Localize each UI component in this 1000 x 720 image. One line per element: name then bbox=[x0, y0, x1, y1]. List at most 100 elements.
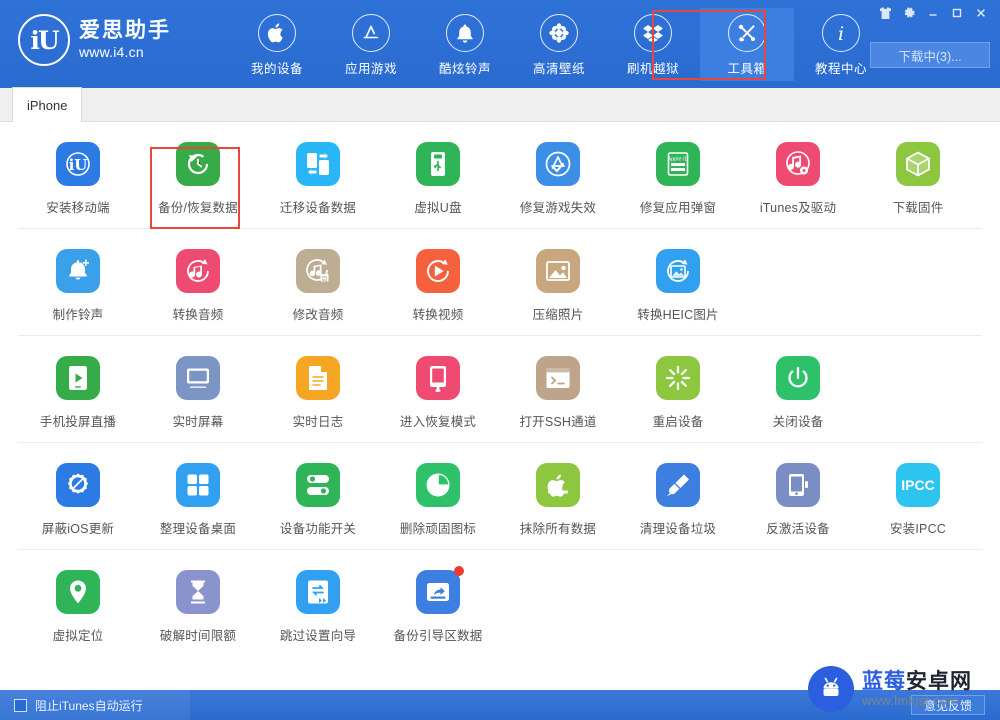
nav-item-wallpapers[interactable]: 高清壁纸 bbox=[512, 8, 606, 81]
feedback-button[interactable]: 意见反馈 bbox=[911, 695, 985, 715]
nav-item-my-device[interactable]: 我的设备 bbox=[230, 8, 324, 81]
tool-convert-heic[interactable]: 转换HEIC图片 bbox=[618, 243, 738, 325]
clean-junk-icon bbox=[656, 463, 700, 507]
skin-icon[interactable] bbox=[874, 4, 896, 22]
tool-row: 制作铃声 转换音频 自 修改音频 转换视频 压缩照片 转换HEIC图片 bbox=[18, 229, 982, 336]
tool-label: 实时日志 bbox=[292, 415, 344, 429]
svg-text:IPCC: IPCC bbox=[901, 477, 934, 493]
usb-drive-icon bbox=[416, 142, 460, 186]
tool-label: 迁移设备数据 bbox=[279, 201, 357, 215]
tool-crack-screen-time[interactable]: 破解时间限额 bbox=[138, 564, 258, 646]
tool-label: 关闭设备 bbox=[772, 415, 824, 429]
maximize-icon[interactable] bbox=[946, 4, 968, 22]
tool-label: iTunes及驱动 bbox=[759, 201, 837, 215]
tool-backup-restore-data[interactable]: 备份/恢复数据 bbox=[138, 136, 258, 218]
app-window: iU 爱思助手 www.i4.cn 我的设备 应用游戏 酷炫铃声 高清壁纸 刷机… bbox=[0, 0, 1000, 720]
migrate-device-icon bbox=[296, 142, 340, 186]
tool-edit-audio[interactable]: 自 修改音频 bbox=[258, 243, 378, 325]
brand-name: 爱思助手 bbox=[79, 19, 171, 42]
tool-convert-video[interactable]: 转换视频 bbox=[378, 243, 498, 325]
tool-compress-photo[interactable]: 压缩照片 bbox=[498, 243, 618, 325]
tool-realtime-log[interactable]: 实时日志 bbox=[258, 350, 378, 432]
tool-label: 实时屏幕 bbox=[172, 415, 224, 429]
tool-device-feature-switch[interactable]: 设备功能开关 bbox=[258, 457, 378, 539]
nav-label: 酷炫铃声 bbox=[438, 62, 491, 76]
tool-block-ios-update[interactable]: 屏蔽iOS更新 bbox=[18, 457, 138, 539]
tab-iphone[interactable]: iPhone bbox=[12, 87, 83, 122]
delete-stubborn-icon-icon bbox=[416, 463, 460, 507]
tool-deactivate-device[interactable]: 反激活设备 bbox=[738, 457, 858, 539]
block-itunes-row[interactable]: 阻止iTunes自动运行 bbox=[0, 690, 190, 720]
tool-make-ringtone[interactable]: 制作铃声 bbox=[18, 243, 138, 325]
tool-itunes-driver[interactable]: iTunes及驱动 bbox=[738, 136, 858, 218]
tool-label: 进入恢复模式 bbox=[399, 415, 477, 429]
tool-label: 反激活设备 bbox=[766, 522, 830, 536]
tool-virtual-usb-drive[interactable]: 虚拟U盘 bbox=[378, 136, 498, 218]
tool-screen-cast-live[interactable]: 手机投屏直播 bbox=[18, 350, 138, 432]
skip-setup-wizard-icon bbox=[296, 570, 340, 614]
tool-delete-stubborn-icons[interactable]: 删除顽固图标 bbox=[378, 457, 498, 539]
tool-label: 下载固件 bbox=[892, 201, 944, 215]
tool-clean-device-junk[interactable]: 清理设备垃圾 bbox=[618, 457, 738, 539]
tool-backup-boot-data[interactable]: 备份引导区数据 bbox=[378, 564, 498, 646]
main-nav: 我的设备 应用游戏 酷炫铃声 高清壁纸 刷机越狱 工具箱 i 教程中心 bbox=[230, 8, 888, 81]
tool-row: 屏蔽iOS更新 整理设备桌面 设备功能开关 删除顽固图标 抹除所有数据 清理设备… bbox=[18, 443, 982, 550]
tool-label: 抹除所有数据 bbox=[519, 522, 597, 536]
svg-text:Apple ID: Apple ID bbox=[667, 157, 688, 163]
tool-fix-game-failure[interactable]: 修复游戏失效 bbox=[498, 136, 618, 218]
convert-video-icon bbox=[416, 249, 460, 293]
tool-virtual-location[interactable]: 虚拟定位 bbox=[18, 564, 138, 646]
fix-game-icon bbox=[536, 142, 580, 186]
block-itunes-label: 阻止iTunes自动运行 bbox=[35, 698, 143, 713]
tool-migrate-device-data[interactable]: 迁移设备数据 bbox=[258, 136, 378, 218]
block-ios-update-icon bbox=[56, 463, 100, 507]
tool-label: 制作铃声 bbox=[52, 308, 104, 322]
tool-label: 转换音频 bbox=[172, 308, 224, 322]
crack-screen-time-icon bbox=[176, 570, 220, 614]
tool-power-off-device[interactable]: 关闭设备 bbox=[738, 350, 858, 432]
tool-row: iU 安装移动端 备份/恢复数据 迁移设备数据 虚拟U盘 修复游戏失效 Appl… bbox=[18, 122, 982, 229]
nav-item-flash-jailbreak[interactable]: 刷机越狱 bbox=[606, 8, 700, 81]
tool-label: 重启设备 bbox=[652, 415, 704, 429]
tool-convert-audio[interactable]: 转换音频 bbox=[138, 243, 258, 325]
tool-enter-recovery-mode[interactable]: 进入恢复模式 bbox=[378, 350, 498, 432]
download-status-button[interactable]: 下载中(3)... bbox=[870, 42, 990, 68]
minimize-icon[interactable] bbox=[922, 4, 944, 22]
device-tabstrip: iPhone bbox=[0, 87, 1000, 122]
notification-badge bbox=[454, 566, 464, 576]
ssh-tunnel-icon bbox=[536, 356, 580, 400]
dropbox-icon bbox=[634, 14, 672, 52]
tool-realtime-screen[interactable]: 实时屏幕 bbox=[138, 350, 258, 432]
nav-item-toolbox[interactable]: 工具箱 bbox=[700, 8, 794, 81]
virtual-location-icon bbox=[56, 570, 100, 614]
nav-label: 高清壁纸 bbox=[532, 62, 585, 76]
reboot-device-icon bbox=[656, 356, 700, 400]
window-controls bbox=[874, 4, 992, 22]
brand-url: www.i4.cn bbox=[79, 44, 144, 60]
tool-label: 打开SSH通道 bbox=[519, 415, 597, 429]
tool-label: 屏蔽iOS更新 bbox=[41, 522, 115, 536]
itunes-driver-icon bbox=[776, 142, 820, 186]
tool-fix-app-popup[interactable]: Apple ID 修复应用弹窗 bbox=[618, 136, 738, 218]
tool-arrange-device-desktop[interactable]: 整理设备桌面 bbox=[138, 457, 258, 539]
tool-open-ssh-tunnel[interactable]: 打开SSH通道 bbox=[498, 350, 618, 432]
tool-label: 备份/恢复数据 bbox=[158, 201, 238, 215]
convert-heic-icon bbox=[656, 249, 700, 293]
tool-label: 修复游戏失效 bbox=[519, 201, 597, 215]
screen-cast-icon bbox=[56, 356, 100, 400]
tool-install-ipcc[interactable]: IPCC 安装IPCC bbox=[858, 457, 978, 539]
tool-erase-all-data[interactable]: 抹除所有数据 bbox=[498, 457, 618, 539]
tool-skip-setup-wizard[interactable]: 跳过设置向导 bbox=[258, 564, 378, 646]
tool-reboot-device[interactable]: 重启设备 bbox=[618, 350, 738, 432]
nav-item-ringtones[interactable]: 酷炫铃声 bbox=[418, 8, 512, 81]
tool-download-firmware[interactable]: 下载固件 bbox=[858, 136, 978, 218]
gear-icon[interactable] bbox=[898, 4, 920, 22]
install-ipcc-icon: IPCC bbox=[896, 463, 940, 507]
backup-restore-icon bbox=[176, 142, 220, 186]
nav-label: 工具箱 bbox=[727, 62, 767, 76]
svg-text:i: i bbox=[838, 23, 844, 44]
block-itunes-checkbox[interactable] bbox=[14, 698, 27, 712]
tool-install-mobile-client[interactable]: iU 安装移动端 bbox=[18, 136, 138, 218]
close-icon[interactable] bbox=[970, 4, 992, 22]
nav-item-apps-games[interactable]: 应用游戏 bbox=[324, 8, 418, 81]
